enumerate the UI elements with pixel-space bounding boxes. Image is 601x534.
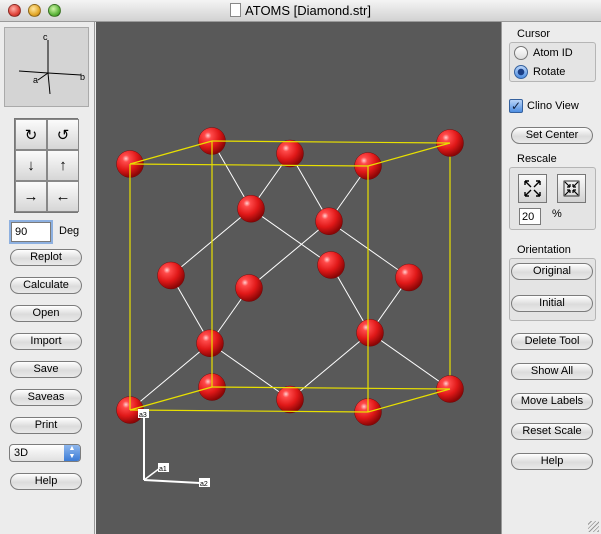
axes-orientation-widget: c a b xyxy=(4,27,89,107)
rescale-group-title: Rescale xyxy=(517,153,557,165)
carbon-atom xyxy=(235,274,263,302)
axis-a3-label: a3 xyxy=(139,412,147,419)
bond-line xyxy=(369,332,451,390)
carbon-atom xyxy=(317,251,345,279)
orientation-group-title: Orientation xyxy=(517,244,571,256)
window-title: ATOMS [Diamond.str] xyxy=(245,3,371,18)
axis-a2-label: a2 xyxy=(200,481,208,488)
carbon-atom xyxy=(157,261,185,290)
original-orientation-button[interactable]: Original xyxy=(511,263,593,280)
cell-edge xyxy=(367,388,451,413)
rotate-label: Rotate xyxy=(533,66,566,78)
help-button-right[interactable]: Help xyxy=(511,453,593,470)
arrow-right-icon: → xyxy=(23,188,39,205)
arrow-up-icon: ↑ xyxy=(59,157,67,174)
rescale-percent-unit: % xyxy=(552,208,562,220)
rotate-ccw-icon: ↺ xyxy=(56,126,70,144)
clino-view-checkbox-row[interactable]: ✓ Clino View xyxy=(509,99,579,113)
degree-label: Deg xyxy=(59,225,80,237)
degree-input[interactable] xyxy=(9,220,53,244)
rotate-right-button[interactable]: → xyxy=(15,181,47,212)
print-button[interactable]: Print xyxy=(10,417,82,434)
atom-id-radio[interactable] xyxy=(514,46,528,60)
rotate-radio-row[interactable]: Rotate xyxy=(514,64,565,80)
shrink-icon xyxy=(563,180,580,197)
cell-edge xyxy=(129,386,213,411)
axis-label-c: c xyxy=(43,32,48,42)
rotation-button-grid: ↻ ↺ ↓ ↑ → ← xyxy=(14,118,79,213)
rotate-up-button[interactable]: ↑ xyxy=(47,150,79,181)
reset-scale-button[interactable]: Reset Scale xyxy=(511,423,593,440)
rotate-left-button[interactable]: ← xyxy=(47,181,79,212)
rotate-ccw-button[interactable]: ↺ xyxy=(47,119,79,150)
shrink-scale-button[interactable] xyxy=(557,174,586,203)
arrow-down-icon: ↓ xyxy=(27,157,35,174)
document-icon xyxy=(230,3,242,17)
clino-view-checkbox[interactable]: ✓ xyxy=(509,99,523,113)
open-button[interactable]: Open xyxy=(10,305,82,322)
carbon-atom xyxy=(237,195,265,223)
show-all-button[interactable]: Show All xyxy=(511,363,593,380)
bond-line xyxy=(289,332,371,400)
carbon-atom xyxy=(276,385,304,414)
title-bar: ATOMS [Diamond.str] xyxy=(0,0,601,22)
expand-scale-button[interactable] xyxy=(518,174,547,203)
degree-row: Deg xyxy=(9,220,91,244)
cursor-group-title: Cursor xyxy=(517,28,551,40)
atoms-layer xyxy=(116,127,464,426)
rotate-down-button[interactable]: ↓ xyxy=(15,150,47,181)
initial-orientation-button[interactable]: Initial xyxy=(511,295,593,312)
axis-label-a: a xyxy=(33,75,38,85)
delete-tool-button[interactable]: Delete Tool xyxy=(511,333,593,350)
bond-line xyxy=(129,342,211,411)
atom-id-label: Atom ID xyxy=(533,47,573,59)
right-control-panel: Cursor Atom ID Rotate ✓ Clino View Set C… xyxy=(501,22,601,534)
carbon-atom xyxy=(196,329,224,357)
cell-edge xyxy=(129,163,369,167)
expand-icon xyxy=(524,180,541,197)
crystal-structure-canvas[interactable]: a3 a1 a2 xyxy=(96,22,501,534)
rotate-cw-icon: ↻ xyxy=(24,126,38,144)
view-mode-value: 3D xyxy=(14,447,29,459)
view-mode-select[interactable]: 3D ▲ ▼ xyxy=(9,444,81,462)
replot-button[interactable]: Replot xyxy=(10,249,82,266)
clino-view-label: Clino View xyxy=(527,100,579,112)
help-button-left[interactable]: Help xyxy=(10,473,82,490)
axes-gizmo-icon: c a b xyxy=(18,32,85,95)
lattice-axes-indicator: a3 a1 a2 xyxy=(138,409,210,488)
rotate-cw-button[interactable]: ↻ xyxy=(15,119,47,150)
cell-edge xyxy=(129,409,369,413)
structure-viewport[interactable]: a3 a1 a2 xyxy=(96,22,501,534)
cell-edge xyxy=(211,140,451,144)
carbon-atom xyxy=(276,139,304,168)
carbon-atom xyxy=(356,319,384,347)
rescale-percent-input[interactable] xyxy=(519,208,541,225)
import-button[interactable]: Import xyxy=(10,333,82,350)
carbon-atom xyxy=(315,207,343,235)
set-center-button[interactable]: Set Center xyxy=(511,127,593,144)
cursor-group: Atom ID Rotate xyxy=(509,42,596,82)
cell-edge xyxy=(211,386,451,390)
axis-label-b: b xyxy=(80,72,85,82)
atom-id-radio-row[interactable]: Atom ID xyxy=(514,45,573,61)
axis-a1-label: a1 xyxy=(159,466,167,473)
saveas-button[interactable]: Saveas xyxy=(10,389,82,406)
arrow-left-icon: ← xyxy=(55,188,71,205)
bond-line xyxy=(170,208,252,276)
popup-arrows-icon: ▲ ▼ xyxy=(64,445,80,461)
left-control-panel: c a b ↻ ↺ ↓ ↑ → ← Deg Replot Calculate O… xyxy=(0,22,95,534)
rotate-radio[interactable] xyxy=(514,65,528,79)
resize-grip-icon[interactable] xyxy=(588,521,599,532)
calculate-button[interactable]: Calculate xyxy=(10,277,82,294)
cell-edge xyxy=(129,140,213,165)
window-title-wrap: ATOMS [Diamond.str] xyxy=(0,3,601,18)
move-labels-button[interactable]: Move Labels xyxy=(511,393,593,410)
carbon-atom xyxy=(395,263,423,292)
save-button[interactable]: Save xyxy=(10,361,82,378)
cell-edge xyxy=(367,142,451,167)
